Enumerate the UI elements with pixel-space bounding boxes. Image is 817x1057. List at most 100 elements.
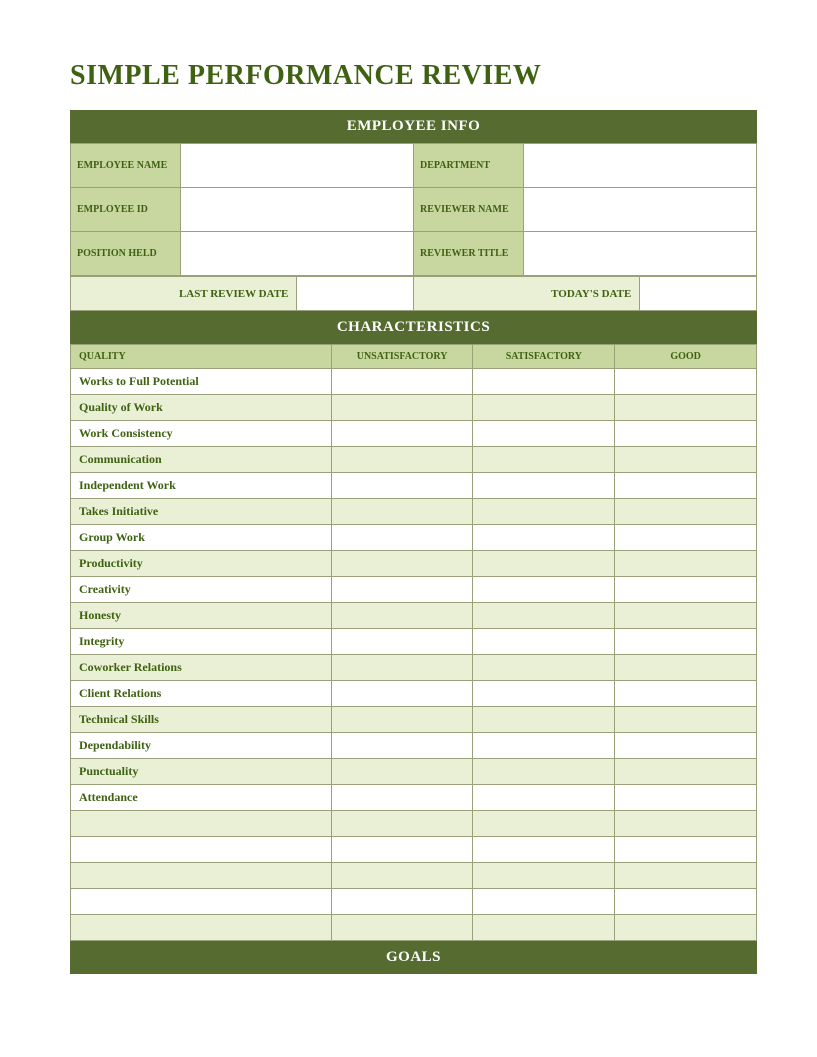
rating-cell-good[interactable]	[615, 681, 757, 707]
rating-cell-sat[interactable]	[473, 837, 615, 863]
rating-cell-sat[interactable]	[473, 863, 615, 889]
rating-cell-unsat[interactable]	[331, 915, 473, 941]
value-last-review-date[interactable]	[297, 277, 414, 311]
label-last-review-date: LAST REVIEW DATE	[71, 277, 297, 311]
rating-cell-sat[interactable]	[473, 395, 615, 421]
rating-cell-unsat[interactable]	[331, 551, 473, 577]
rating-cell-sat[interactable]	[473, 369, 615, 395]
value-position-held[interactable]	[181, 232, 414, 276]
rating-cell-unsat[interactable]	[331, 499, 473, 525]
value-employee-name[interactable]	[181, 144, 414, 188]
rating-cell-unsat[interactable]	[331, 889, 473, 915]
rating-cell-unsat[interactable]	[331, 707, 473, 733]
table-row: Attendance	[71, 785, 757, 811]
rating-cell-good[interactable]	[615, 863, 757, 889]
table-row: Takes Initiative	[71, 499, 757, 525]
rating-cell-sat[interactable]	[473, 551, 615, 577]
rating-cell-good[interactable]	[615, 369, 757, 395]
rating-cell-sat[interactable]	[473, 655, 615, 681]
quality-name: Integrity	[71, 629, 332, 655]
employee-info-table: EMPLOYEE NAME DEPARTMENT EMPLOYEE ID REV…	[70, 143, 757, 276]
rating-cell-good[interactable]	[615, 707, 757, 733]
quality-name: Group Work	[71, 525, 332, 551]
label-employee-id: EMPLOYEE ID	[71, 188, 181, 232]
rating-cell-unsat[interactable]	[331, 759, 473, 785]
rating-cell-good[interactable]	[615, 629, 757, 655]
rating-cell-unsat[interactable]	[331, 733, 473, 759]
rating-cell-sat[interactable]	[473, 421, 615, 447]
rating-cell-good[interactable]	[615, 733, 757, 759]
value-reviewer-name[interactable]	[524, 188, 757, 232]
rating-cell-sat[interactable]	[473, 499, 615, 525]
label-reviewer-title: REVIEWER TITLE	[414, 232, 524, 276]
rating-cell-sat[interactable]	[473, 707, 615, 733]
rating-cell-good[interactable]	[615, 915, 757, 941]
rating-cell-good[interactable]	[615, 837, 757, 863]
characteristics-table: QUALITY UNSATISFACTORY SATISFACTORY GOOD…	[70, 344, 757, 941]
rating-cell-sat[interactable]	[473, 681, 615, 707]
rating-cell-sat[interactable]	[473, 447, 615, 473]
quality-name: Communication	[71, 447, 332, 473]
quality-name	[71, 863, 332, 889]
table-row: Coworker Relations	[71, 655, 757, 681]
rating-cell-good[interactable]	[615, 577, 757, 603]
rating-cell-good[interactable]	[615, 499, 757, 525]
table-row: Punctuality	[71, 759, 757, 785]
value-employee-id[interactable]	[181, 188, 414, 232]
rating-cell-sat[interactable]	[473, 733, 615, 759]
rating-cell-good[interactable]	[615, 785, 757, 811]
rating-cell-good[interactable]	[615, 421, 757, 447]
rating-cell-sat[interactable]	[473, 603, 615, 629]
rating-cell-good[interactable]	[615, 603, 757, 629]
table-row	[71, 811, 757, 837]
value-department[interactable]	[524, 144, 757, 188]
table-row: Honesty	[71, 603, 757, 629]
rating-cell-unsat[interactable]	[331, 863, 473, 889]
rating-cell-unsat[interactable]	[331, 785, 473, 811]
rating-cell-unsat[interactable]	[331, 525, 473, 551]
rating-cell-sat[interactable]	[473, 577, 615, 603]
rating-cell-good[interactable]	[615, 551, 757, 577]
table-row: Independent Work	[71, 473, 757, 499]
rating-cell-unsat[interactable]	[331, 681, 473, 707]
rating-cell-unsat[interactable]	[331, 655, 473, 681]
rating-cell-good[interactable]	[615, 655, 757, 681]
rating-cell-unsat[interactable]	[331, 421, 473, 447]
rating-cell-sat[interactable]	[473, 785, 615, 811]
rating-cell-unsat[interactable]	[331, 837, 473, 863]
rating-cell-unsat[interactable]	[331, 603, 473, 629]
rating-cell-sat[interactable]	[473, 759, 615, 785]
rating-cell-unsat[interactable]	[331, 395, 473, 421]
rating-cell-unsat[interactable]	[331, 629, 473, 655]
header-quality: QUALITY	[71, 345, 332, 369]
rating-cell-good[interactable]	[615, 525, 757, 551]
rating-cell-sat[interactable]	[473, 629, 615, 655]
rating-cell-sat[interactable]	[473, 473, 615, 499]
rating-cell-good[interactable]	[615, 759, 757, 785]
rating-cell-sat[interactable]	[473, 915, 615, 941]
table-row: Quality of Work	[71, 395, 757, 421]
label-employee-name: EMPLOYEE NAME	[71, 144, 181, 188]
rating-cell-unsat[interactable]	[331, 473, 473, 499]
quality-name: Takes Initiative	[71, 499, 332, 525]
table-row	[71, 837, 757, 863]
rating-cell-unsat[interactable]	[331, 369, 473, 395]
table-row: Client Relations	[71, 681, 757, 707]
rating-cell-sat[interactable]	[473, 889, 615, 915]
value-todays-date[interactable]	[640, 277, 757, 311]
section-characteristics: CHARACTERISTICS	[70, 311, 757, 344]
rating-cell-unsat[interactable]	[331, 577, 473, 603]
label-todays-date: TODAY'S DATE	[413, 277, 639, 311]
rating-cell-sat[interactable]	[473, 525, 615, 551]
quality-name: Punctuality	[71, 759, 332, 785]
rating-cell-good[interactable]	[615, 889, 757, 915]
rating-cell-sat[interactable]	[473, 811, 615, 837]
rating-cell-unsat[interactable]	[331, 811, 473, 837]
table-row: Technical Skills	[71, 707, 757, 733]
rating-cell-good[interactable]	[615, 473, 757, 499]
rating-cell-unsat[interactable]	[331, 447, 473, 473]
rating-cell-good[interactable]	[615, 811, 757, 837]
value-reviewer-title[interactable]	[524, 232, 757, 276]
rating-cell-good[interactable]	[615, 395, 757, 421]
rating-cell-good[interactable]	[615, 447, 757, 473]
